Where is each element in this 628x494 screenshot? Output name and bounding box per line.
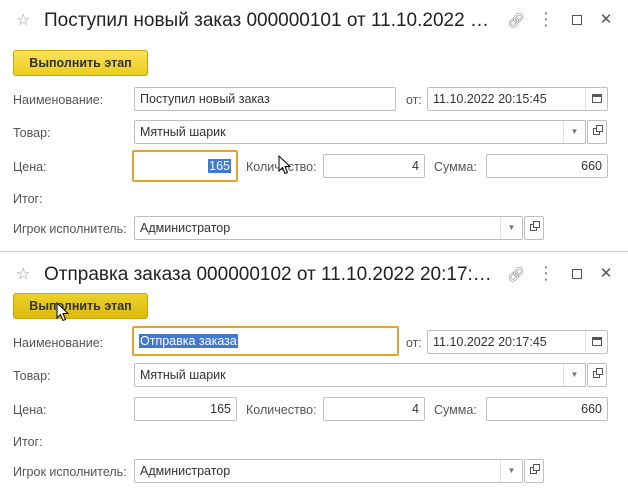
open-icon[interactable] <box>524 216 544 240</box>
more-icon[interactable]: ⋮ <box>537 10 555 28</box>
order-form-2: ☆ Отправка заказа 000000102 от 11.10.202… <box>0 254 628 494</box>
window-title: Отправка заказа 000000102 от 11.10.2022 … <box>44 264 492 285</box>
open-icon[interactable] <box>587 363 607 387</box>
quantity-field[interactable]: 4 <box>323 154 425 178</box>
open-icon[interactable] <box>524 459 544 483</box>
player-label: Игрок исполнитель: <box>13 222 127 236</box>
link-icon[interactable]: 🔗︎ <box>507 12 525 28</box>
price-field[interactable]: 165 <box>132 150 238 182</box>
execute-stage-button[interactable]: Выполнить этап <box>13 293 148 319</box>
name-label: Наименование: <box>13 336 104 350</box>
product-label: Товар: <box>13 369 51 383</box>
window-titlebar: ☆ Поступил новый заказ 000000101 от 11.1… <box>0 0 628 40</box>
more-icon[interactable]: ⋮ <box>537 264 555 282</box>
mouse-cursor-icon <box>56 302 70 322</box>
name-field[interactable]: Отправка заказа <box>132 326 399 356</box>
name-label: Наименование: <box>13 93 104 107</box>
open-icon[interactable] <box>587 120 607 144</box>
price-label: Цена: <box>13 160 47 174</box>
sum-label: Сумма: <box>434 160 477 174</box>
window-titlebar: ☆ Отправка заказа 000000102 от 11.10.202… <box>0 254 628 294</box>
total-label: Итог: <box>13 192 43 206</box>
mouse-cursor-icon <box>278 155 292 175</box>
price-label: Цена: <box>13 403 47 417</box>
star-icon[interactable]: ☆ <box>16 267 32 283</box>
sum-label: Сумма: <box>434 403 477 417</box>
total-label: Итог: <box>13 435 43 449</box>
date-field[interactable]: 11.10.2022 20:15:45 <box>427 87 608 111</box>
calendar-icon[interactable] <box>585 331 607 353</box>
sum-field[interactable]: 660 <box>486 154 608 178</box>
maximize-icon[interactable] <box>569 266 585 282</box>
player-field[interactable]: Администратор ▼ <box>134 459 523 483</box>
star-icon[interactable]: ☆ <box>16 13 32 29</box>
close-icon[interactable]: ✕ <box>598 266 614 282</box>
date-field[interactable]: 11.10.2022 20:17:45 <box>427 330 608 354</box>
dropdown-arrow-icon[interactable]: ▼ <box>563 121 585 143</box>
quantity-label: Количество: <box>246 403 317 417</box>
date-from-label: от: <box>406 336 422 350</box>
calendar-icon[interactable] <box>585 88 607 110</box>
close-icon[interactable]: ✕ <box>598 12 614 28</box>
product-label: Товар: <box>13 126 51 140</box>
player-field[interactable]: Администратор ▼ <box>134 216 523 240</box>
link-icon[interactable]: 🔗︎ <box>507 266 525 282</box>
window-title: Поступил новый заказ 000000101 от 11.10.… <box>44 10 492 31</box>
date-from-label: от: <box>406 93 422 107</box>
quantity-field[interactable]: 4 <box>323 397 425 421</box>
dropdown-arrow-icon[interactable]: ▼ <box>500 460 522 482</box>
name-field[interactable]: Поступил новый заказ <box>134 87 396 111</box>
maximize-icon[interactable] <box>569 12 585 28</box>
dropdown-arrow-icon[interactable]: ▼ <box>563 364 585 386</box>
price-field[interactable]: 165 <box>134 397 237 421</box>
product-field[interactable]: Мятный шарик ▼ <box>134 120 586 144</box>
sum-field[interactable]: 660 <box>486 397 608 421</box>
order-form-1: ☆ Поступил новый заказ 000000101 от 11.1… <box>0 0 628 252</box>
dropdown-arrow-icon[interactable]: ▼ <box>500 217 522 239</box>
player-label: Игрок исполнитель: <box>13 465 127 479</box>
product-field[interactable]: Мятный шарик ▼ <box>134 363 586 387</box>
execute-stage-button[interactable]: Выполнить этап <box>13 50 148 76</box>
